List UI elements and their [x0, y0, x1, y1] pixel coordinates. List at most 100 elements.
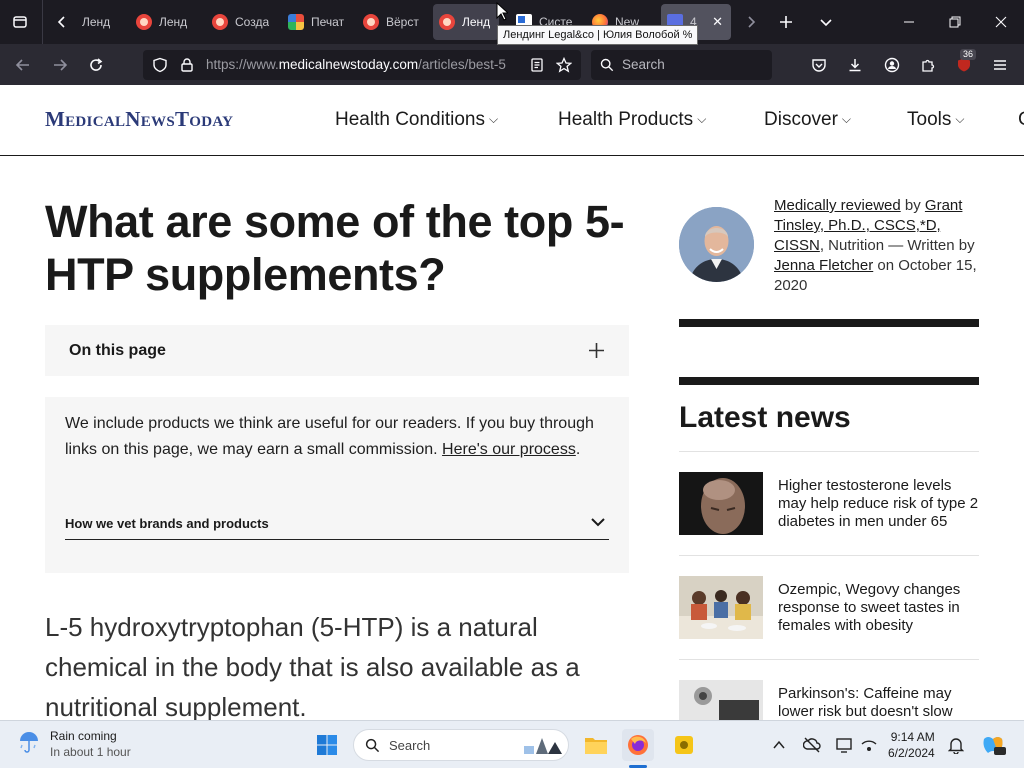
- article-title: What are some of the top 5-HTP supplemen…: [45, 196, 625, 300]
- search-highlight-icon: [524, 738, 562, 754]
- plus-icon: [780, 16, 792, 28]
- chevron-down-icon: [591, 518, 605, 527]
- pocket-button[interactable]: [806, 52, 832, 78]
- reader-view-icon[interactable]: [529, 57, 545, 73]
- news-headline[interactable]: Ozempic, Wegovy changes response to swee…: [778, 581, 983, 635]
- taskbar-search[interactable]: Search: [353, 729, 569, 761]
- chevron-up-icon[interactable]: [772, 738, 786, 752]
- nav-discover[interactable]: Discover ⌵: [764, 109, 851, 131]
- new-tab-button[interactable]: [766, 0, 806, 44]
- minimize-icon: [904, 21, 914, 23]
- nav-health-conditions[interactable]: Health Conditions ⌵: [335, 109, 498, 131]
- back-button[interactable]: [10, 52, 36, 78]
- news-thumbnail-coffee[interactable]: [679, 680, 763, 720]
- start-button[interactable]: [311, 729, 343, 761]
- nav-label: Health Products: [558, 109, 694, 130]
- close-window-button[interactable]: [978, 0, 1024, 44]
- search-icon: [365, 738, 380, 753]
- extensions-button[interactable]: [915, 52, 941, 78]
- notification-bell-icon[interactable]: [948, 736, 964, 754]
- windows-taskbar: Rain coming In about 1 hour Search 9:14 …: [0, 720, 1024, 768]
- scroll-tabs-right-button[interactable]: [731, 0, 771, 44]
- news-separator: [679, 555, 979, 556]
- copilot-icon[interactable]: [980, 733, 1006, 757]
- browser-tab[interactable]: Ленд: [80, 4, 120, 40]
- minimize-window-button[interactable]: [886, 0, 932, 44]
- browser-navigation-bar: https://www.medicalnewstoday.com/article…: [0, 44, 1024, 85]
- cloud-sync-icon[interactable]: [803, 736, 821, 754]
- byline-field: , Nutrition — Written by: [819, 237, 975, 254]
- reload-icon: [90, 58, 103, 71]
- windows-logo-icon: [317, 735, 337, 755]
- author-link[interactable]: Jenna Fletcher: [774, 257, 873, 274]
- tab-label: Печат: [311, 15, 345, 29]
- search-bar[interactable]: Search: [591, 50, 772, 80]
- weather-widget[interactable]: Rain coming In about 1 hour: [16, 729, 131, 759]
- hamburger-menu-icon: [994, 60, 1006, 70]
- latest-news-heading: Latest news: [679, 401, 851, 434]
- notes-app-button[interactable]: [668, 729, 700, 761]
- browser-tab[interactable]: Вёрст: [357, 4, 423, 40]
- tab-label: Ленд: [159, 15, 188, 29]
- close-icon: [995, 16, 1007, 28]
- browser-tab[interactable]: Ленд: [130, 4, 194, 40]
- url-prefix: https://www.: [206, 57, 279, 72]
- on-this-page-label: On this page: [69, 342, 166, 359]
- site-header: MedicalNewsToday Health Conditions ⌵ Heal…: [0, 85, 1024, 156]
- app-menu-button[interactable]: [987, 52, 1013, 78]
- nav-tools[interactable]: Tools ⌵: [907, 109, 964, 131]
- forward-button[interactable]: [47, 52, 73, 78]
- nav-connect[interactable]: C: [1018, 109, 1024, 131]
- mouse-cursor-icon: [496, 2, 508, 21]
- reload-button[interactable]: [83, 52, 109, 78]
- sidebar-divider: [679, 319, 979, 327]
- vet-brands-accordion[interactable]: How we vet brands and products: [65, 515, 609, 540]
- scroll-tabs-left-button[interactable]: [42, 0, 80, 44]
- medically-reviewed-link[interactable]: Medically reviewed: [774, 197, 901, 214]
- man-portrait-thumbnail-icon: [679, 472, 763, 535]
- downloads-button[interactable]: [842, 52, 868, 78]
- firefox-view-button[interactable]: [0, 0, 40, 44]
- arrow-right-icon: [54, 59, 68, 71]
- shield-icon[interactable]: [152, 57, 168, 73]
- account-button[interactable]: [879, 52, 905, 78]
- account-icon: [884, 57, 900, 73]
- display-icon[interactable]: [835, 736, 853, 754]
- network-icon[interactable]: [860, 736, 878, 754]
- list-all-tabs-button[interactable]: [806, 0, 846, 44]
- news-headline[interactable]: Parkinson's: Caffeine may lower risk but…: [778, 685, 983, 720]
- lock-icon[interactable]: [179, 57, 195, 73]
- browser-tab[interactable]: Созда: [206, 4, 272, 40]
- tab-tooltip: Лендинг Legal&co | Юлия Волобой %: [497, 25, 699, 45]
- news-headline[interactable]: Higher testosterone levels may help redu…: [778, 477, 983, 531]
- taskbar-search-label: Search: [389, 738, 431, 753]
- clock-date: 6/2/2024: [888, 746, 935, 760]
- browser-tab[interactable]: Печат: [282, 4, 348, 40]
- url-bar[interactable]: https://www.medicalnewstoday.com/article…: [143, 50, 581, 80]
- restore-window-button[interactable]: [932, 0, 978, 44]
- red-circle-favicon-icon: [136, 14, 152, 30]
- extension-count-badge: 36: [960, 49, 977, 60]
- nav-health-products[interactable]: Health Products ⌵: [558, 109, 706, 131]
- family-dinner-thumbnail-icon: [679, 576, 763, 639]
- article-lede: L-5 hydroxytryptophan (5-HTP) is a natur…: [45, 612, 580, 722]
- news-thumbnail-man[interactable]: [679, 472, 763, 535]
- file-explorer-button[interactable]: [580, 729, 612, 761]
- news-thumbnail-dinner[interactable]: [679, 576, 763, 639]
- our-process-link[interactable]: Here's our process: [442, 441, 576, 458]
- site-logo[interactable]: MedicalNewsToday: [45, 107, 233, 132]
- browser-tab-active[interactable]: Ленд: [433, 4, 499, 40]
- url-path: /articles/best-5: [418, 57, 506, 72]
- bookmark-star-icon[interactable]: [556, 57, 572, 73]
- red-circle-favicon-icon: [212, 14, 228, 30]
- reviewer-portrait-icon: [679, 207, 754, 282]
- on-this-page-toggle[interactable]: On this page: [45, 325, 629, 376]
- url-text[interactable]: https://www.medicalnewstoday.com/article…: [206, 57, 516, 72]
- chevron-left-icon: [57, 16, 65, 28]
- search-icon: [600, 58, 614, 72]
- firefox-taskbar-button[interactable]: [622, 729, 654, 761]
- close-tab-icon[interactable]: ✕: [712, 14, 723, 30]
- system-clock[interactable]: 9:14 AM 6/2/2024: [888, 729, 935, 761]
- nav-label: C: [1018, 109, 1024, 130]
- byline-by: by: [900, 197, 925, 214]
